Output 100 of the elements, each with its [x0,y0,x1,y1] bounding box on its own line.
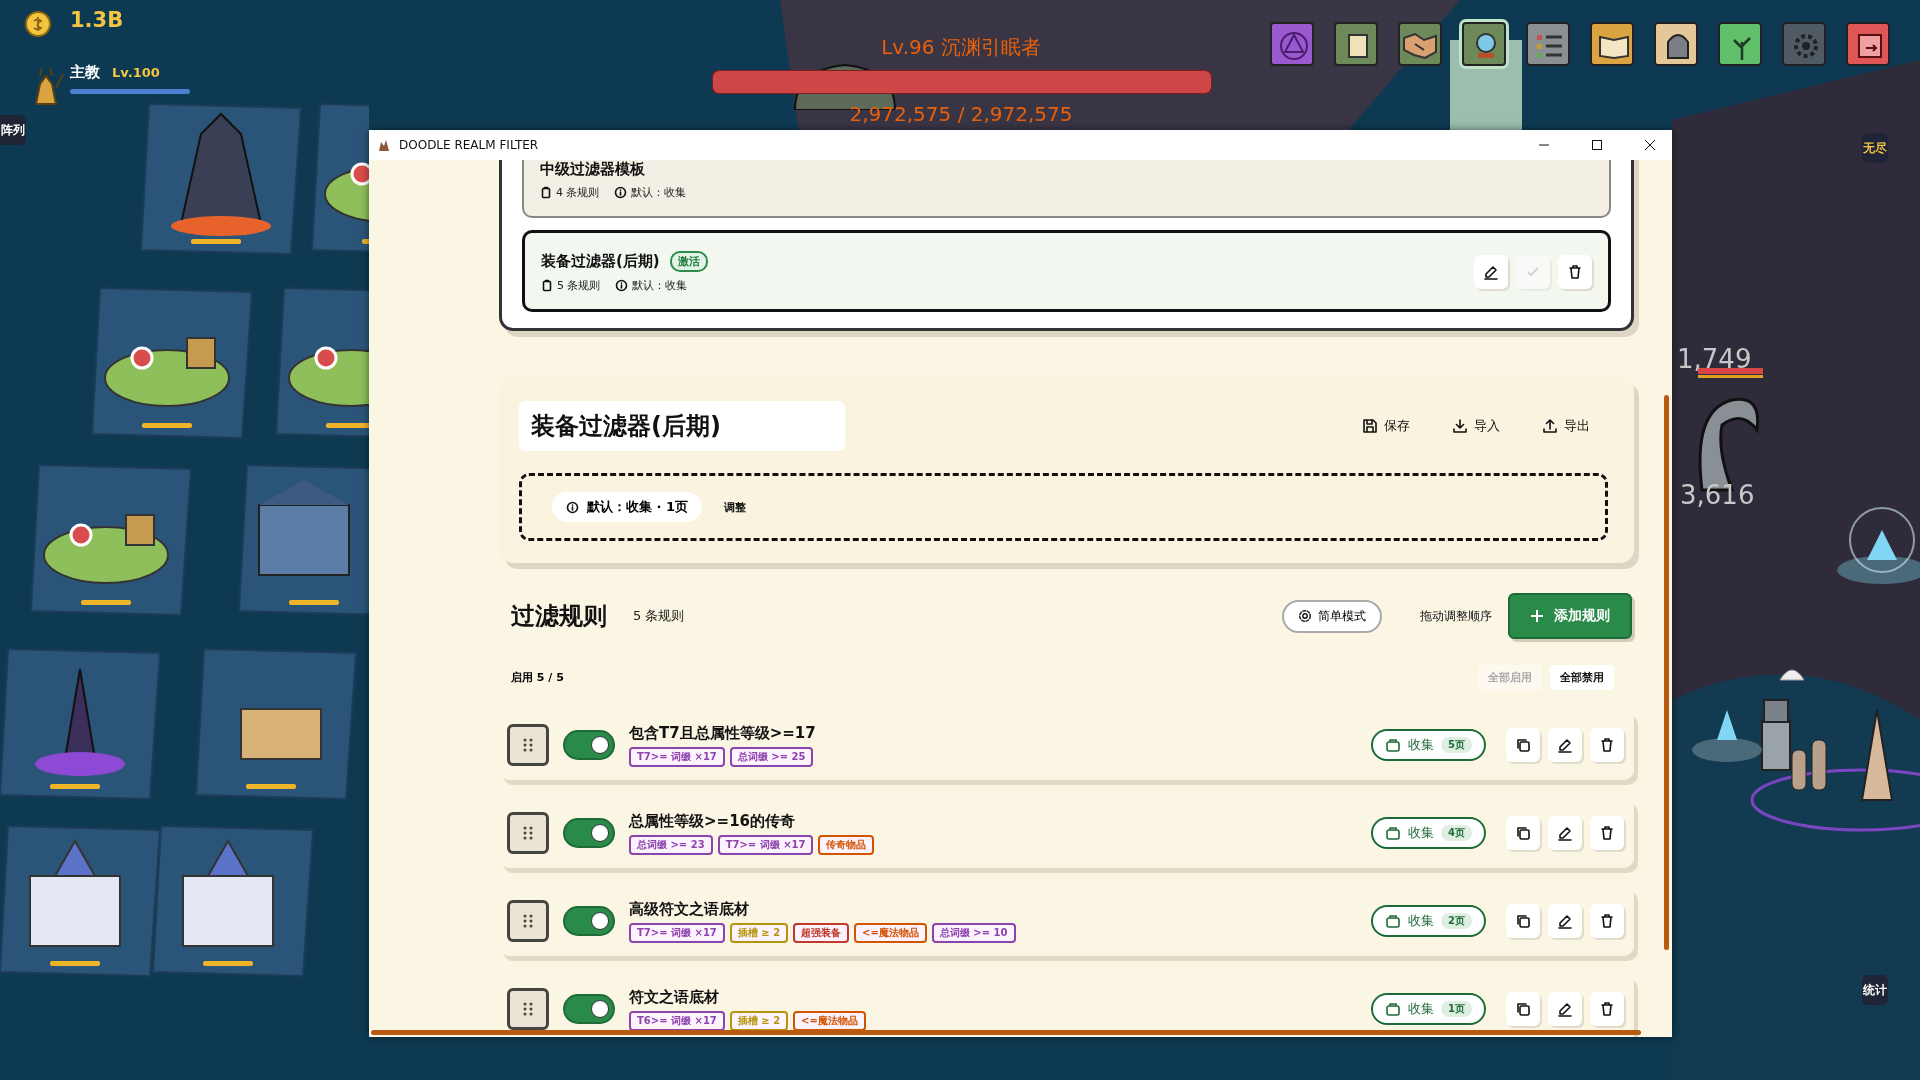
building-card[interactable] [29,463,193,617]
delete-button[interactable] [1590,816,1624,850]
bag-icon[interactable] [1385,825,1402,841]
gear-icon[interactable] [1298,609,1312,623]
toolbar-button[interactable] [1398,22,1442,66]
duplicate-button[interactable] [1506,816,1540,850]
drag-handle[interactable] [507,900,549,942]
copy-icon[interactable] [1515,1001,1531,1017]
building-card[interactable] [194,647,358,801]
toolbar-button[interactable] [1718,22,1762,66]
collect-action-button[interactable]: 收集 1页 [1371,993,1486,1025]
section-title: 过滤规则 [511,601,607,632]
save-button[interactable]: 保存 [1358,413,1414,439]
plus-icon[interactable] [1530,609,1544,623]
toolbar-button[interactable] [1846,22,1890,66]
duplicate-button[interactable] [1506,728,1540,762]
toggle-switch[interactable] [563,906,615,936]
scrollbar[interactable] [1664,395,1669,950]
toolbar-button[interactable] [1526,22,1570,66]
duplicate-button[interactable] [1506,904,1540,938]
rule-count: 5 条规则 [557,278,601,293]
export-button[interactable]: 导出 [1538,413,1594,439]
edit-icon[interactable] [1557,913,1573,929]
copy-icon[interactable] [1515,737,1531,753]
grip-icon[interactable] [521,1001,535,1017]
trash-icon[interactable] [1567,264,1583,280]
drag-handle[interactable] [507,988,549,1030]
building-card[interactable] [0,824,162,978]
info-icon [614,279,628,292]
duplicate-button[interactable] [1506,992,1540,1026]
side-tab[interactable]: 阵列 [0,115,26,146]
toggle-switch[interactable] [563,730,615,760]
toggle-switch[interactable] [563,994,615,1024]
save-icon[interactable] [1362,418,1378,434]
trash-icon[interactable] [1599,1001,1615,1017]
building-card[interactable] [151,824,315,978]
rule-count: 5 条规则 [633,607,685,625]
trash-icon[interactable] [1599,825,1615,841]
simple-mode-button[interactable]: 简单模式 [1282,599,1382,633]
filter-card[interactable]: 装备过滤器(后期) 激活 5 条规则 默认：收集 [522,230,1611,312]
edit-icon[interactable] [1557,1001,1573,1017]
shell-icon [1779,669,1805,681]
toolbar-button[interactable] [1590,22,1634,66]
edit-icon[interactable] [1483,264,1499,280]
scrollbar[interactable] [371,1030,1641,1035]
bag-icon[interactable] [1385,737,1402,753]
bag-icon[interactable] [1385,1001,1402,1017]
toggle-switch[interactable] [563,818,615,848]
toolbar-button[interactable] [1654,22,1698,66]
grip-icon[interactable] [521,737,535,753]
collect-action-button[interactable]: 收集 2页 [1371,905,1486,937]
copy-icon[interactable] [1515,913,1531,929]
edit-button[interactable] [1548,816,1582,850]
collect-action-button[interactable]: 收集 4页 [1371,817,1486,849]
toolbar-button[interactable] [1462,22,1506,66]
filter-name-field[interactable]: 装备过滤器(后期) [519,401,845,451]
toolbar-button[interactable] [1334,22,1378,66]
add-rule-button[interactable]: 添加规则 [1508,593,1632,639]
adjust-link[interactable]: 调整 [724,499,747,515]
building-card[interactable] [274,286,369,440]
trash-icon[interactable] [1599,913,1615,929]
disable-all-button[interactable]: 全部禁用 [1550,665,1614,690]
edit-button[interactable] [1474,255,1508,289]
drag-hint: 拖动调整顺序 [1420,607,1492,625]
upload-icon[interactable] [1542,418,1558,434]
edit-icon[interactable] [1557,737,1573,753]
building-card[interactable] [90,286,254,440]
grip-icon[interactable] [521,825,535,841]
enabled-count: 启用 5 / 5 [511,670,564,685]
side-tab[interactable]: 无尽 [1862,133,1888,164]
edit-icon[interactable] [1557,825,1573,841]
bag-icon[interactable] [1385,913,1402,929]
edit-button[interactable] [1548,728,1582,762]
condition-tag: 总词缀 >= 10 [931,922,1016,943]
grip-icon[interactable] [521,913,535,929]
collect-action-button[interactable]: 收集 5页 [1371,729,1486,761]
download-icon[interactable] [1452,418,1468,434]
drag-handle[interactable] [507,812,549,854]
condition-tag: T7>= 词缀 ×17 [629,746,725,767]
delete-button[interactable] [1558,255,1592,289]
filter-card[interactable]: 中级过滤器模板 4 条规则 默认：收集 [522,160,1611,218]
drag-handle[interactable] [507,724,549,766]
edit-button[interactable] [1548,904,1582,938]
clipboard-icon [540,186,552,199]
delete-button[interactable] [1590,992,1624,1026]
filter-name: 中级过滤器模板 [540,160,645,179]
maximize-icon[interactable] [1590,139,1603,151]
action-label: 收集 [1408,1000,1435,1018]
coin-count: 1.3B [70,8,124,32]
copy-icon[interactable] [1515,825,1531,841]
edit-button[interactable] [1548,992,1582,1026]
delete-button[interactable] [1590,728,1624,762]
trash-icon[interactable] [1599,737,1615,753]
delete-button[interactable] [1590,904,1624,938]
condition-tag: 总词缀 >= 23 [629,834,713,855]
close-icon[interactable] [1643,139,1656,151]
side-tab[interactable]: 统计 [1862,975,1888,1006]
building-card[interactable] [310,102,369,256]
import-button[interactable]: 导入 [1448,413,1504,439]
app-icon [377,138,391,152]
